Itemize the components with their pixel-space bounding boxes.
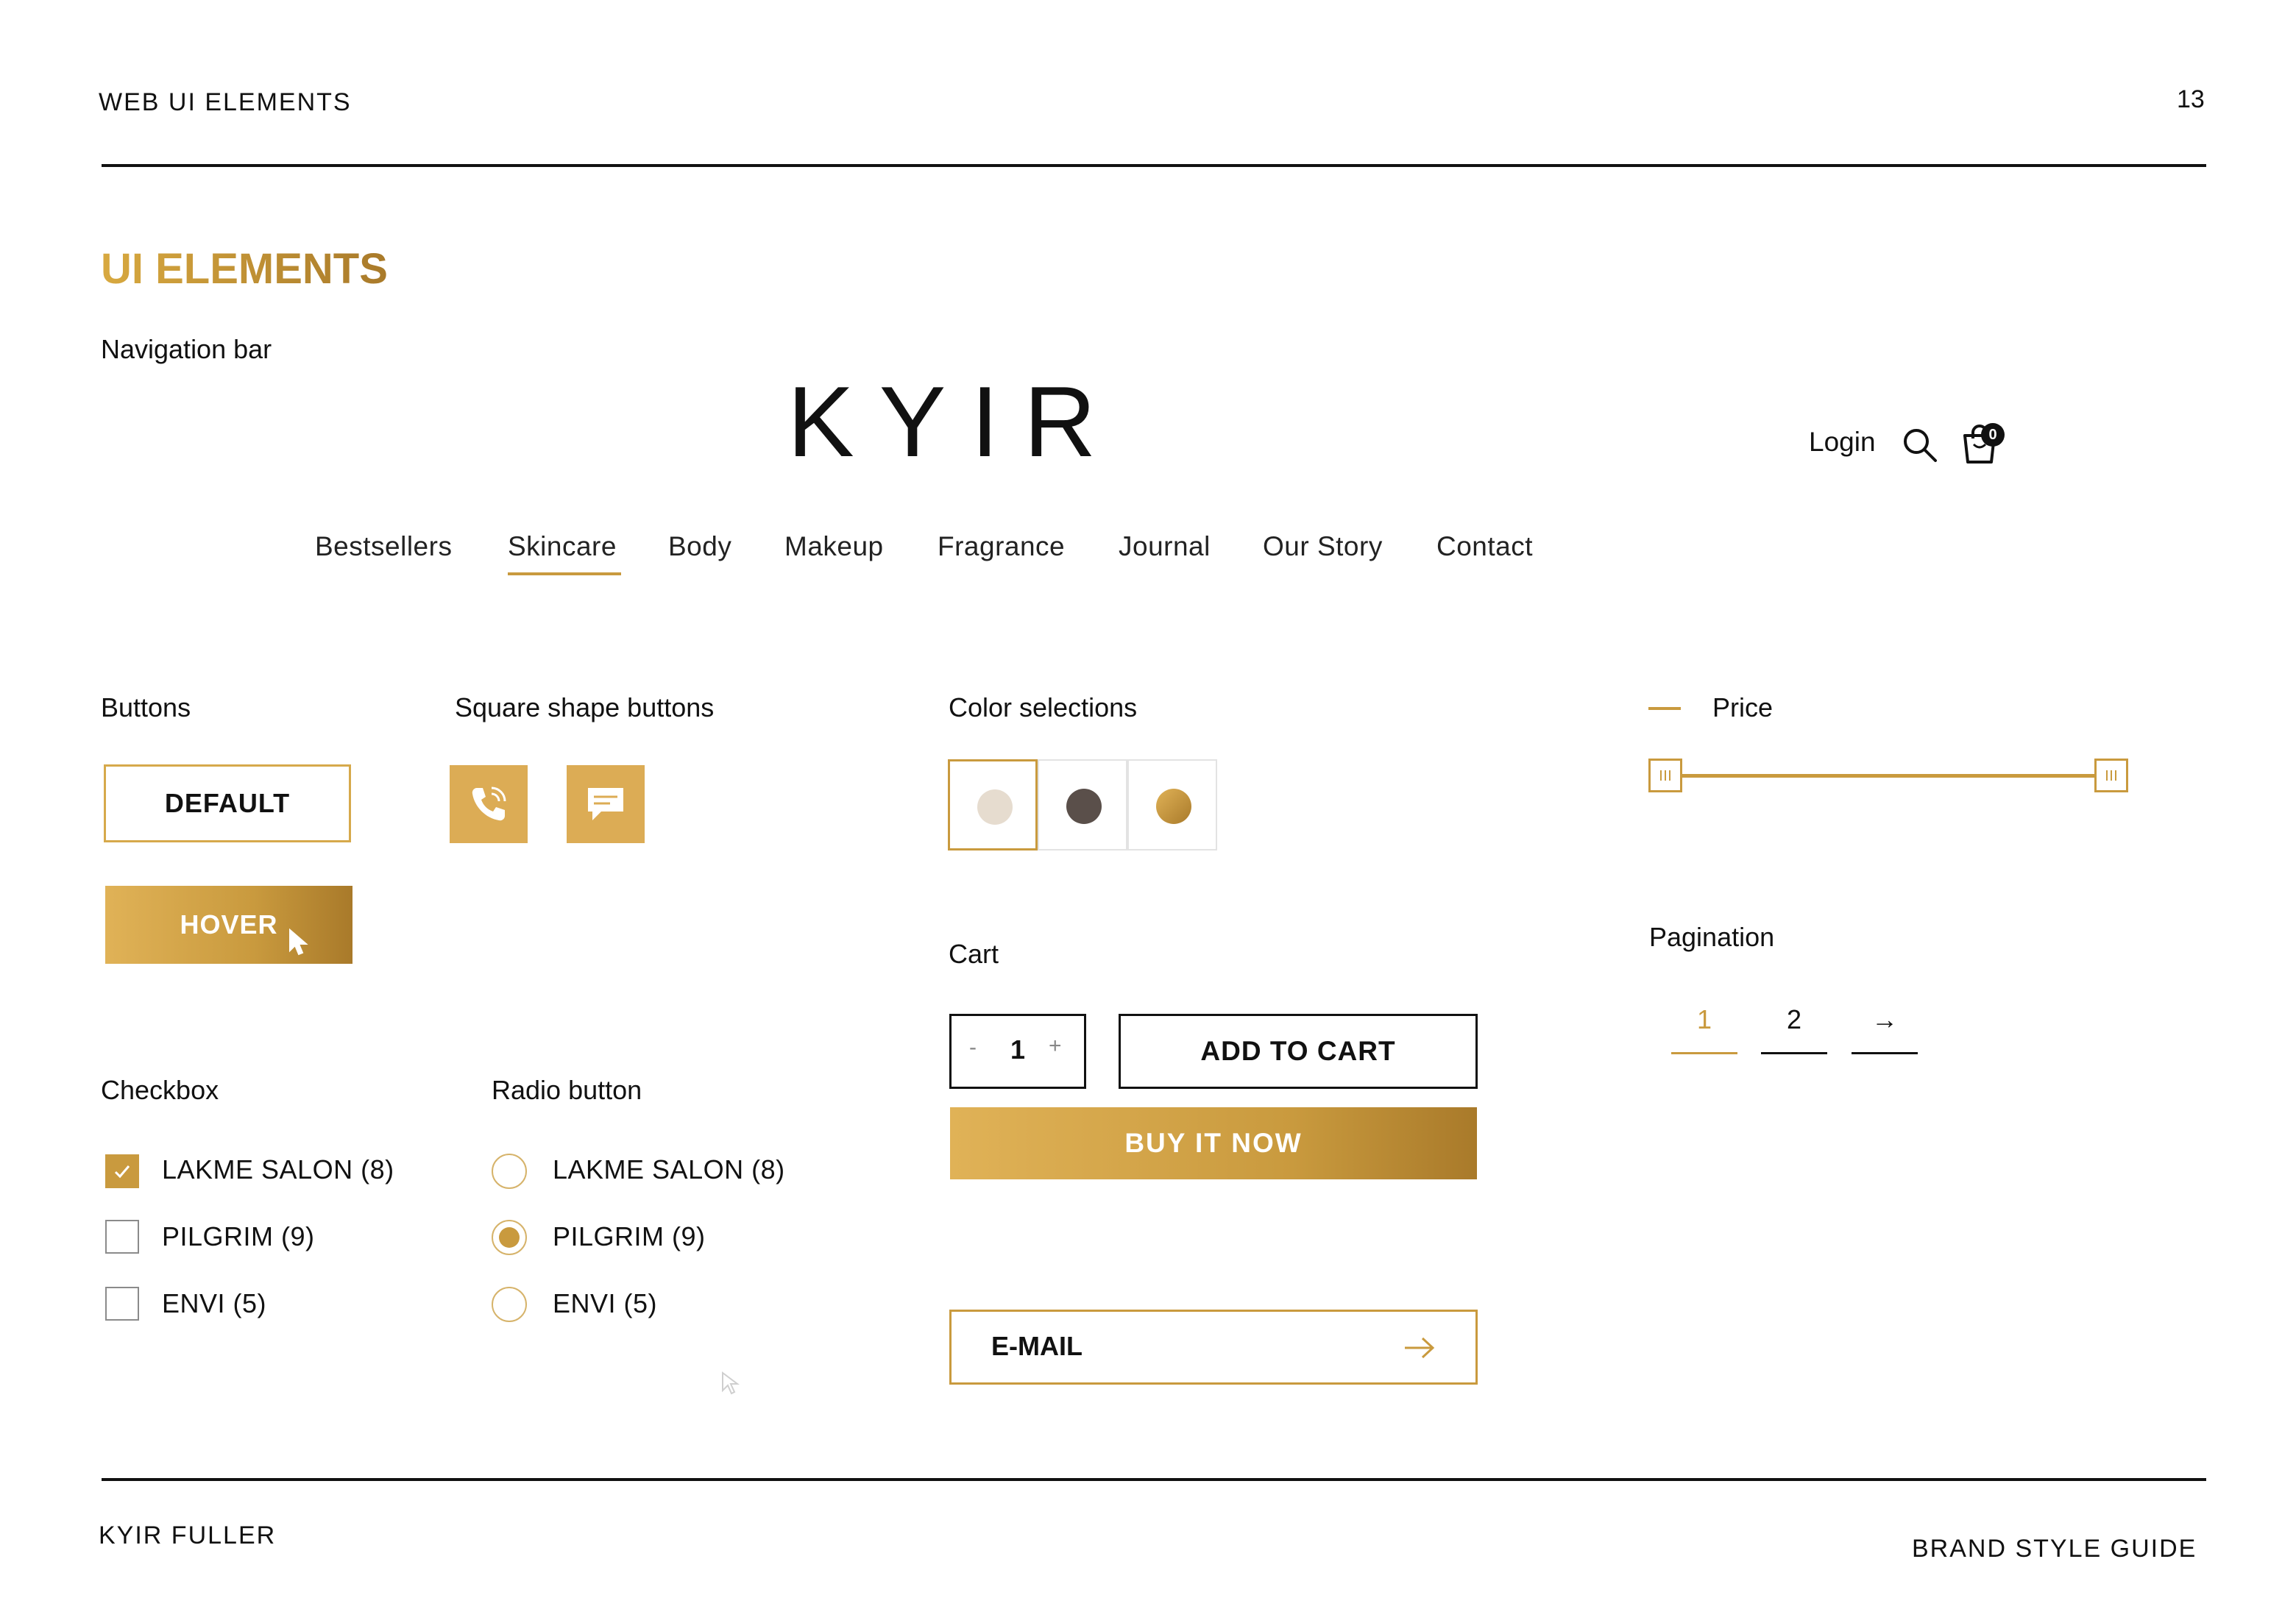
page-2-underline (1761, 1052, 1827, 1054)
faint-cursor-icon (721, 1371, 746, 1396)
color-swatch-gold[interactable] (1127, 759, 1217, 850)
next-page-underline (1852, 1052, 1918, 1054)
price-label: Price (1712, 692, 1774, 722)
price-slider-track[interactable] (1681, 774, 2112, 778)
grip-icon (2106, 770, 2116, 781)
email-field[interactable]: E-MAIL (949, 1310, 1478, 1385)
checkbox-option-label: ENVI (5) (162, 1288, 267, 1318)
header-divider (102, 164, 2206, 167)
gold-dot (1156, 789, 1191, 824)
default-button[interactable]: DEFAULT (104, 764, 351, 842)
quantity-stepper[interactable]: - 1 + (949, 1014, 1086, 1089)
buttons-label: Buttons (101, 692, 191, 722)
radio-lakme-salon[interactable] (492, 1154, 527, 1189)
footer-divider (102, 1478, 2206, 1481)
nav-item-bestsellers[interactable]: Bestsellers (315, 531, 452, 562)
nav-item-makeup[interactable]: Makeup (784, 531, 884, 562)
nav-section-label: Navigation bar (101, 334, 272, 364)
nav-item-fragrance[interactable]: Fragrance (938, 531, 1065, 562)
page-1-underline (1671, 1052, 1737, 1054)
hover-button[interactable]: HOVER (105, 886, 352, 964)
color-selections-label: Color selections (949, 692, 1138, 722)
cart-label: Cart (949, 939, 999, 969)
color-swatch-dark[interactable] (1038, 759, 1127, 850)
hover-button-label: HOVER (180, 909, 278, 940)
dark-dot (1066, 789, 1102, 824)
header-title: WEB UI ELEMENTS (99, 88, 352, 116)
radio-envi[interactable] (492, 1287, 527, 1322)
color-swatch-cream[interactable] (948, 759, 1038, 850)
cream-dot (977, 789, 1013, 825)
footer-right-text: BRAND STYLE GUIDE (1912, 1535, 2197, 1563)
phone-icon (472, 786, 506, 821)
next-page-button[interactable]: → (1852, 1004, 1918, 1035)
checkmark-icon (114, 1165, 130, 1179)
search-icon[interactable] (1902, 427, 1938, 464)
page-number: 13 (2177, 85, 2205, 113)
phone-button[interactable] (450, 765, 528, 843)
buy-now-button[interactable]: BUY IT NOW (950, 1107, 1477, 1179)
section-title: UI ELEMENTS (101, 245, 388, 293)
checkbox-option-label: LAKME SALON (8) (162, 1154, 394, 1185)
nav-item-body[interactable]: Body (668, 531, 731, 562)
radio-pilgrim[interactable] (492, 1220, 527, 1255)
radio-option-label: LAKME SALON (8) (553, 1154, 785, 1185)
nav-active-underline (508, 572, 621, 575)
checkbox-option-label: PILGRIM (9) (162, 1221, 315, 1251)
radio-label: Radio button (492, 1075, 642, 1105)
page-2[interactable]: 2 (1761, 1004, 1827, 1035)
cursor-icon (288, 928, 311, 956)
quantity-increment[interactable]: + (1049, 1034, 1062, 1059)
grip-icon (1660, 770, 1670, 781)
quantity-decrement[interactable]: - (969, 1035, 977, 1060)
footer-left-text: KYIR FULLER (99, 1521, 277, 1549)
chat-icon (588, 788, 623, 820)
nav-item-journal[interactable]: Journal (1119, 531, 1211, 562)
checkbox-lakme-salon[interactable] (105, 1154, 139, 1188)
arrow-right-icon[interactable] (1403, 1335, 1436, 1360)
chat-button[interactable] (567, 765, 645, 843)
nav-item-contact[interactable]: Contact (1436, 531, 1533, 562)
email-placeholder: E-MAIL (991, 1331, 1083, 1361)
add-to-cart-button[interactable]: ADD TO CART (1119, 1014, 1478, 1089)
radio-option-label: PILGRIM (9) (553, 1221, 706, 1251)
cart-count-badge: 0 (1981, 423, 2005, 447)
checkbox-pilgrim[interactable] (105, 1220, 139, 1254)
price-slider-max-handle[interactable] (2094, 759, 2128, 792)
nav-item-skincare[interactable]: Skincare (508, 531, 617, 562)
price-dash (1648, 707, 1681, 710)
checkbox-envi[interactable] (105, 1287, 139, 1321)
radio-option-label: ENVI (5) (553, 1288, 658, 1318)
pagination-label: Pagination (1649, 922, 1775, 952)
brand-logo[interactable]: KYIR (787, 372, 1121, 472)
page-1[interactable]: 1 (1671, 1004, 1737, 1035)
nav-item-our-story[interactable]: Our Story (1263, 531, 1383, 562)
quantity-value[interactable]: 1 (1010, 1034, 1025, 1065)
checkbox-label: Checkbox (101, 1075, 219, 1105)
login-link[interactable]: Login (1809, 427, 1876, 458)
price-slider-min-handle[interactable] (1648, 759, 1682, 792)
square-buttons-label: Square shape buttons (455, 692, 715, 722)
